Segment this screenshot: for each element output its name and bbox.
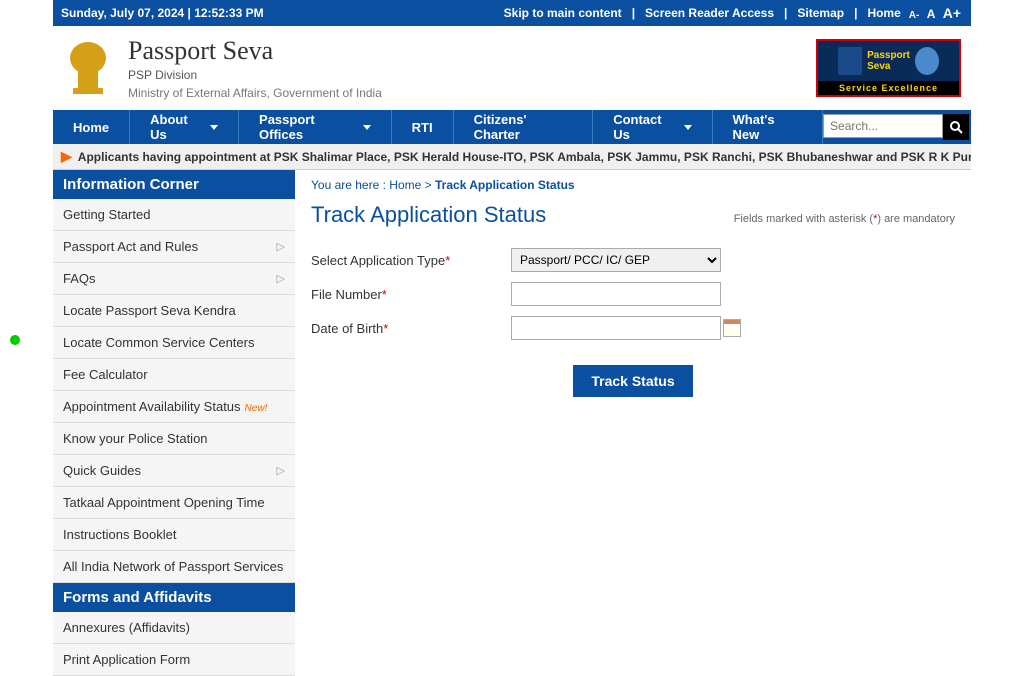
sidebar-item[interactable]: Passport Act and Rules▷ (53, 231, 295, 263)
chevron-right-icon: ▷ (277, 272, 285, 285)
sidebar-item[interactable]: Getting Started (53, 199, 295, 231)
mandatory-note: Fields marked with asterisk (*) are mand… (734, 213, 955, 225)
app-type-label: Select Application Type* (311, 253, 511, 268)
dob-label: Date of Birth* (311, 321, 511, 336)
sidebar-item[interactable]: FAQs▷ (53, 263, 295, 295)
sidebar-item[interactable]: Annexures (Affidavits) (53, 612, 295, 644)
nav-contact[interactable]: Contact Us (593, 110, 712, 144)
nav-whats-new[interactable]: What's New (713, 110, 824, 144)
nav-about[interactable]: About Us (130, 110, 239, 144)
font-decrease[interactable]: A- (907, 10, 922, 21)
site-header: Passport Seva PSP Division Ministry of E… (53, 26, 971, 110)
sitemap-link[interactable]: Sitemap (797, 6, 844, 20)
sidebar-item[interactable]: All India Network of Passport Services (53, 551, 295, 583)
sidebar-item[interactable]: Know your Police Station (53, 423, 295, 455)
chevron-right-icon: ▷ (277, 240, 285, 253)
ticker-arrow-icon: ▶ (61, 148, 72, 165)
breadcrumb: You are here : Home > Track Application … (311, 178, 955, 192)
ticker-text: Applicants having appointment at PSK Sha… (78, 150, 971, 164)
main-content: You are here : Home > Track Application … (295, 170, 971, 676)
datetime: Sunday, July 07, 2024 | 12:52:33 PM (61, 6, 264, 20)
home-link-top[interactable]: Home (867, 6, 900, 20)
status-indicator-icon (10, 335, 20, 345)
site-subtitle-1: PSP Division (128, 68, 382, 82)
sidebar-item[interactable]: Quick Guides▷ (53, 455, 295, 487)
breadcrumb-current: Track Application Status (435, 178, 575, 192)
india-emblem-icon (63, 38, 113, 98)
search-button[interactable] (943, 114, 969, 140)
skip-link[interactable]: Skip to main content (504, 6, 622, 20)
sidebar-item[interactable]: Tatkaal Appointment Opening Time (53, 487, 295, 519)
nav-charter[interactable]: Citizens' Charter (454, 110, 594, 144)
app-type-select[interactable]: Passport/ PCC/ IC/ GEP (511, 248, 721, 272)
calendar-icon[interactable] (723, 319, 741, 337)
font-increase[interactable]: A+ (941, 5, 963, 21)
nav-home[interactable]: Home (53, 110, 130, 144)
main-nav: Home About Us Passport Offices RTI Citiz… (53, 110, 971, 144)
font-normal[interactable]: A (925, 7, 938, 21)
site-subtitle-2: Ministry of External Affairs, Government… (128, 86, 382, 100)
search-input[interactable] (823, 114, 943, 138)
dob-input[interactable] (511, 316, 721, 340)
chevron-right-icon: ▷ (277, 464, 285, 477)
sidebar-item[interactable]: Locate Passport Seva Kendra (53, 295, 295, 327)
track-status-button[interactable]: Track Status (573, 365, 692, 397)
sidebar-header-forms: Forms and Affidavits (53, 583, 295, 612)
screen-reader-link[interactable]: Screen Reader Access (645, 6, 774, 20)
sidebar-item[interactable]: Fee Calculator (53, 359, 295, 391)
service-excellence-badge: PassportSeva Service Excellence (816, 39, 961, 97)
breadcrumb-home[interactable]: Home (389, 178, 421, 192)
sidebar-item[interactable]: Locate Common Service Centers (53, 327, 295, 359)
nav-rti[interactable]: RTI (392, 110, 454, 144)
file-number-input[interactable] (511, 282, 721, 306)
site-title: Passport Seva (128, 36, 382, 66)
page-title: Track Application Status (311, 202, 546, 228)
sidebar-header-info: Information Corner (53, 170, 295, 199)
top-utility-bar: Sunday, July 07, 2024 | 12:52:33 PM Skip… (53, 0, 971, 26)
sidebar-item[interactable]: Print Application Form (53, 644, 295, 676)
sidebar-item[interactable]: Instructions Booklet (53, 519, 295, 551)
sidebar: Information Corner Getting StartedPasspo… (53, 170, 295, 676)
news-ticker: ▶ Applicants having appointment at PSK S… (53, 144, 971, 170)
nav-passport-offices[interactable]: Passport Offices (239, 110, 392, 144)
sidebar-item[interactable]: Appointment Availability StatusNew! (53, 391, 295, 423)
file-number-label: File Number* (311, 287, 511, 302)
